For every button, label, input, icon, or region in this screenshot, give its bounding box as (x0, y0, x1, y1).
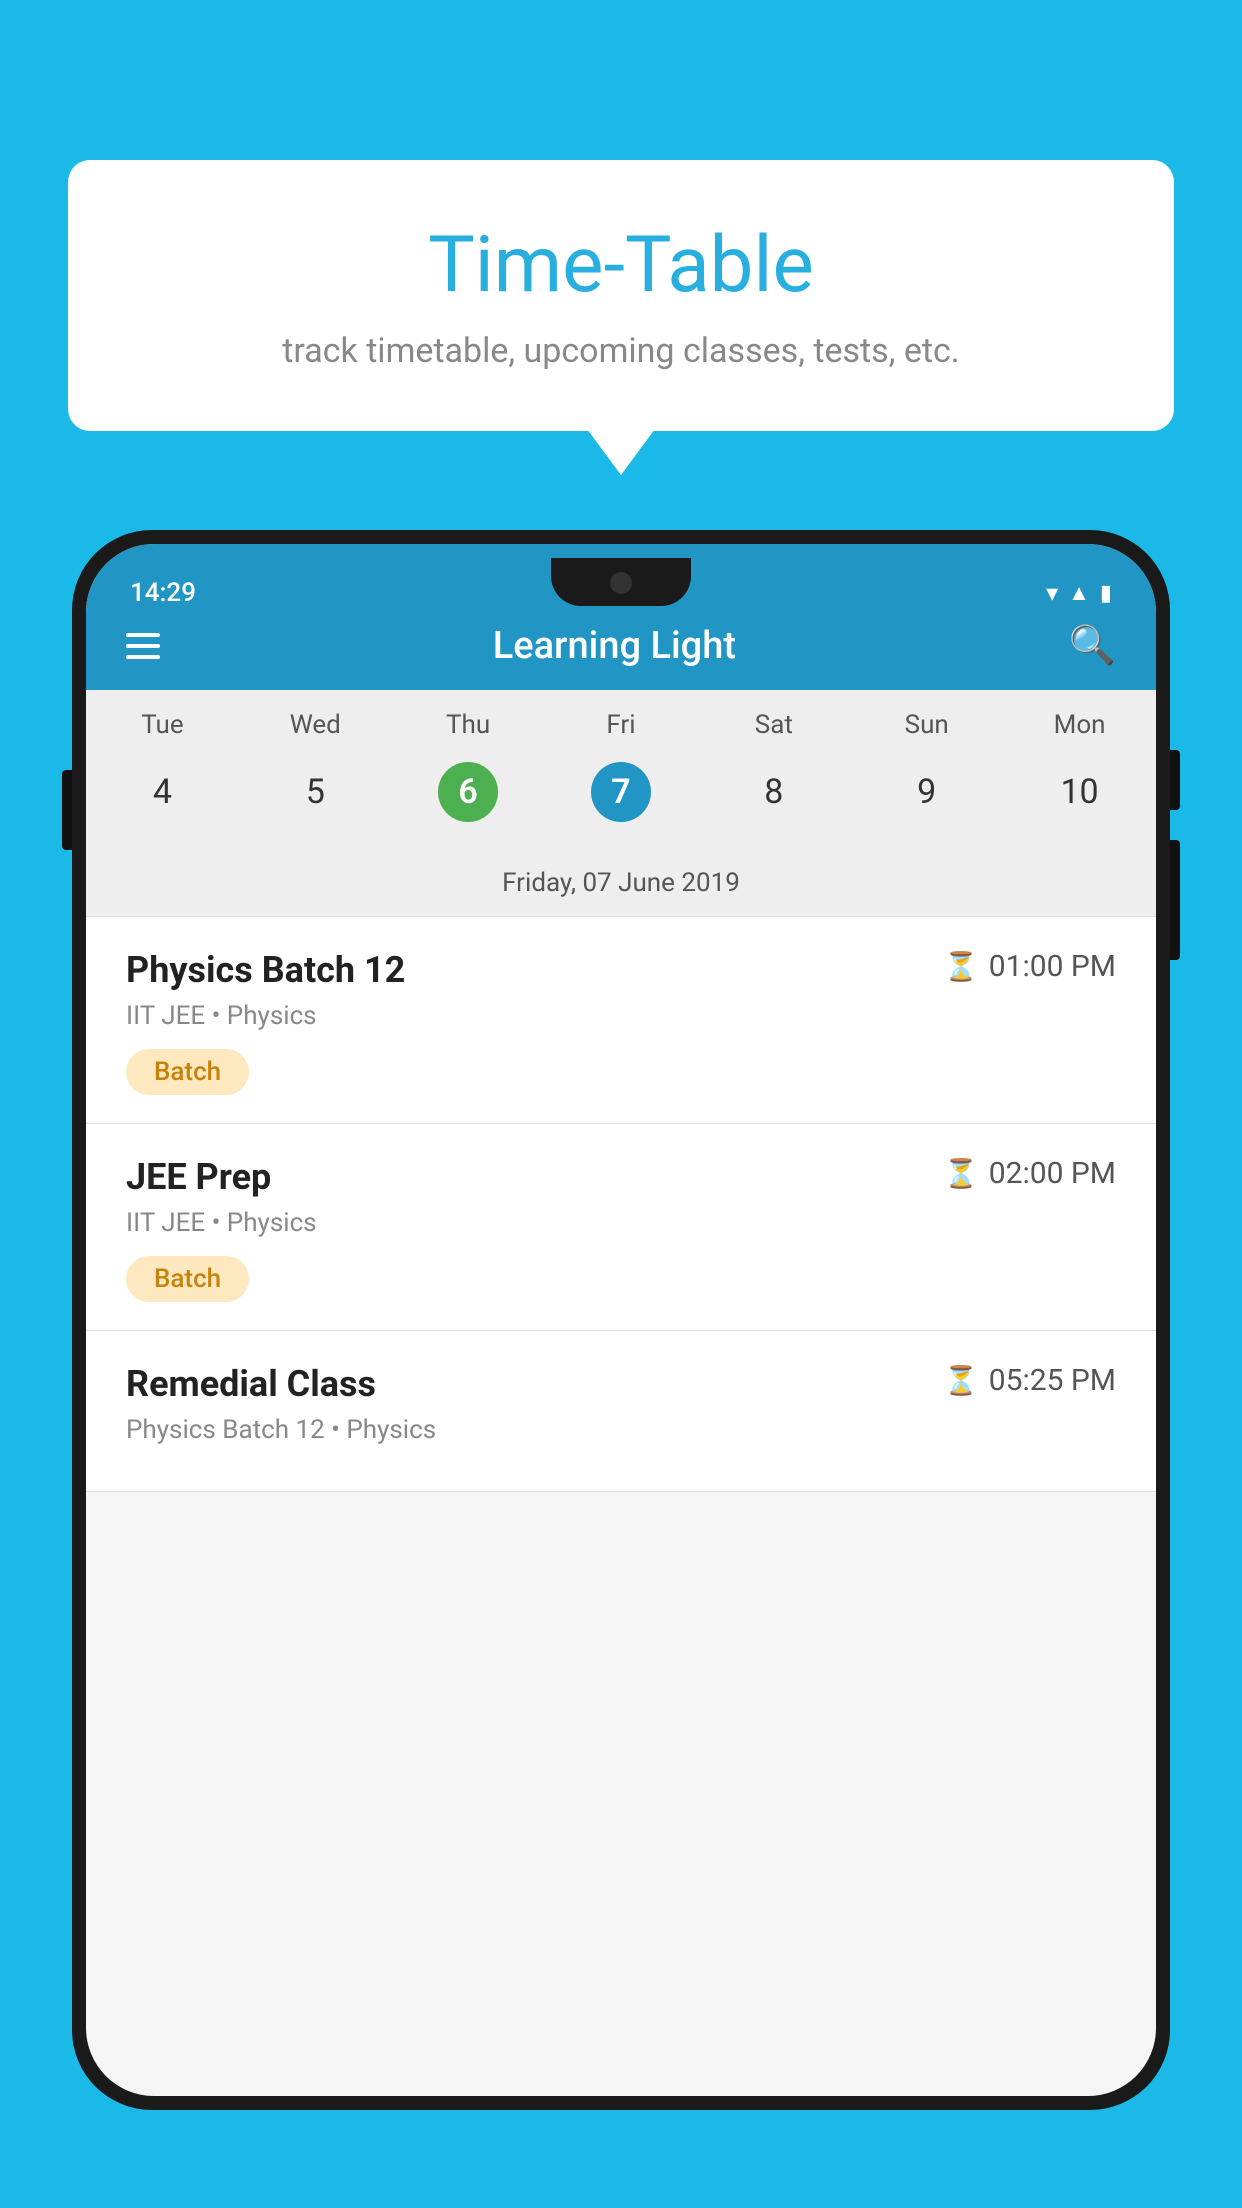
volume-down-button (1170, 840, 1180, 960)
schedule-time-2: ⏳ 02:00 PM (944, 1156, 1116, 1191)
clock-icon-2: ⏳ (944, 1157, 979, 1190)
calendar-strip: Tue Wed Thu Fri Sat Sun Mon 4 5 6 7 8 9 … (86, 690, 1156, 917)
schedule-name-3: Remedial Class (126, 1363, 376, 1405)
day-10[interactable]: 10 (1003, 752, 1156, 832)
schedule-name-2: JEE Prep (126, 1156, 271, 1198)
schedule-time-1: ⏳ 01:00 PM (944, 949, 1116, 984)
day-header-thu: Thu (392, 690, 545, 752)
day-6-today[interactable]: 6 (392, 752, 545, 832)
speech-bubble-container: Time-Table track timetable, upcoming cla… (68, 160, 1174, 431)
bubble-subtitle: track timetable, upcoming classes, tests… (108, 331, 1134, 371)
time-value-1: 01:00 PM (989, 949, 1116, 984)
battery-icon: ▮ (1100, 581, 1112, 606)
batch-tag-2: Batch (126, 1256, 249, 1302)
day-numbers: 4 5 6 7 8 9 10 (86, 752, 1156, 852)
status-time: 14:29 (130, 578, 196, 608)
day-header-tue: Tue (86, 690, 239, 752)
selected-date-label: Friday, 07 June 2019 (86, 852, 1156, 917)
day-header-sat: Sat (697, 690, 850, 752)
day-header-sun: Sun (850, 690, 1003, 752)
status-bar: 14:29 ▾ ▲ ▮ (100, 558, 1142, 628)
clock-icon-3: ⏳ (944, 1364, 979, 1397)
day-8[interactable]: 8 (697, 752, 850, 832)
day-header-fri: Fri (545, 690, 698, 752)
phone-screen: 14:29 ▾ ▲ ▮ Learning Light 🔍 (86, 544, 1156, 2096)
speech-bubble: Time-Table track timetable, upcoming cla… (68, 160, 1174, 431)
schedule-item-2[interactable]: JEE Prep ⏳ 02:00 PM IIT JEE • Physics Ba… (86, 1124, 1156, 1331)
day-9[interactable]: 9 (850, 752, 1003, 832)
day-header-wed: Wed (239, 690, 392, 752)
phone-mockup: 14:29 ▾ ▲ ▮ Learning Light 🔍 (72, 530, 1170, 2208)
schedule-item-header-3: Remedial Class ⏳ 05:25 PM (126, 1363, 1116, 1405)
bubble-title: Time-Table (108, 220, 1134, 311)
schedule-meta-2: IIT JEE • Physics (126, 1208, 1116, 1238)
schedule-item-header-2: JEE Prep ⏳ 02:00 PM (126, 1156, 1116, 1198)
schedule-name-1: Physics Batch 12 (126, 949, 405, 991)
app-title: Learning Light (160, 624, 1069, 668)
time-value-2: 02:00 PM (989, 1156, 1116, 1191)
day-header-mon: Mon (1003, 690, 1156, 752)
schedule-meta-1: IIT JEE • Physics (126, 1001, 1116, 1031)
batch-tag-1: Batch (126, 1049, 249, 1095)
power-button (1170, 750, 1180, 810)
camera-notch (610, 572, 632, 594)
day-7-selected[interactable]: 7 (545, 752, 698, 832)
clock-icon-1: ⏳ (944, 950, 979, 983)
schedule-item-header-1: Physics Batch 12 ⏳ 01:00 PM (126, 949, 1116, 991)
schedule-item-1[interactable]: Physics Batch 12 ⏳ 01:00 PM IIT JEE • Ph… (86, 917, 1156, 1124)
schedule-meta-3: Physics Batch 12 • Physics (126, 1415, 1116, 1445)
menu-icon[interactable] (126, 633, 160, 659)
day-4[interactable]: 4 (86, 752, 239, 832)
volume-button (62, 770, 72, 850)
signal-icon: ▲ (1068, 580, 1090, 606)
schedule-list: Physics Batch 12 ⏳ 01:00 PM IIT JEE • Ph… (86, 917, 1156, 1492)
status-icons: ▾ ▲ ▮ (1046, 579, 1112, 607)
schedule-item-3[interactable]: Remedial Class ⏳ 05:25 PM Physics Batch … (86, 1331, 1156, 1492)
schedule-time-3: ⏳ 05:25 PM (944, 1363, 1116, 1398)
day-5[interactable]: 5 (239, 752, 392, 832)
phone-outer: 14:29 ▾ ▲ ▮ Learning Light 🔍 (72, 530, 1170, 2110)
search-icon[interactable]: 🔍 (1069, 624, 1116, 668)
day-headers: Tue Wed Thu Fri Sat Sun Mon (86, 690, 1156, 752)
wifi-icon: ▾ (1046, 579, 1058, 607)
time-value-3: 05:25 PM (989, 1363, 1116, 1398)
